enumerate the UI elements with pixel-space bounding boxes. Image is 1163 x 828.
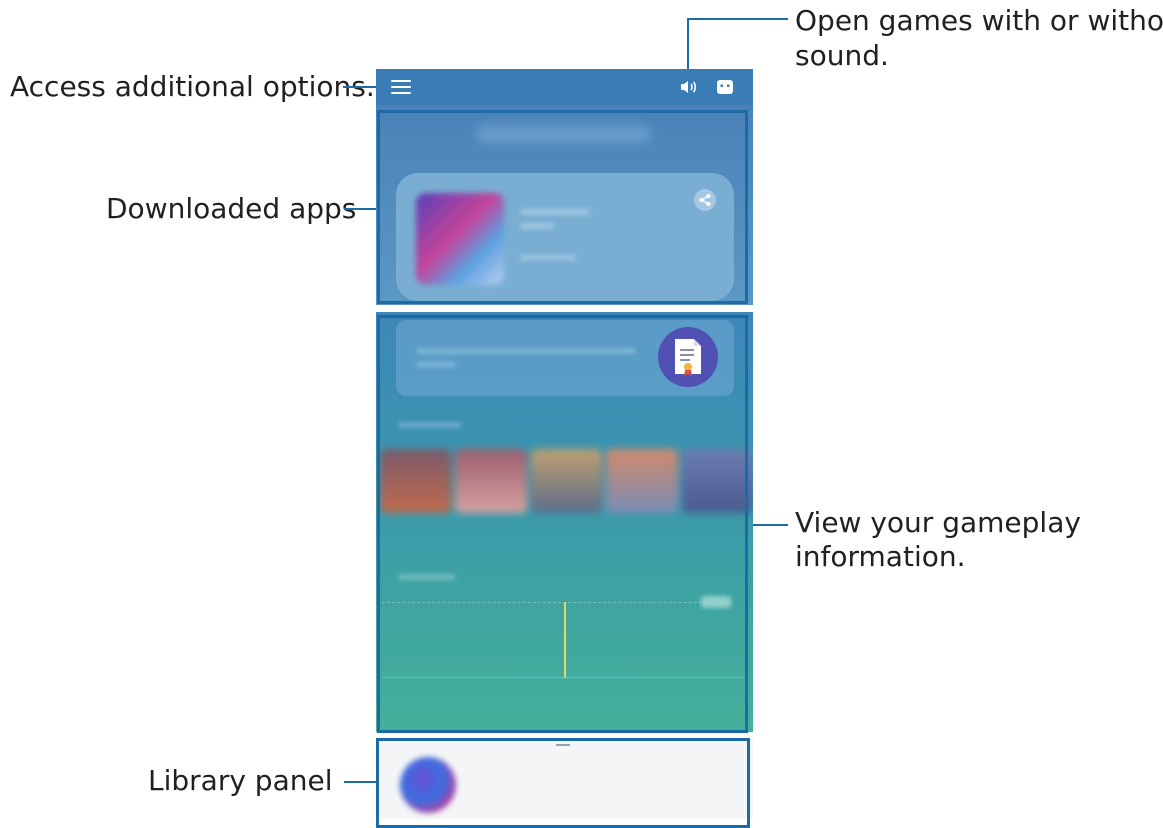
callout-gameplay-line2: information.: [795, 540, 966, 573]
top-bar: [376, 69, 753, 105]
leader-line-sound-vertical: [687, 18, 689, 70]
leader-line-gameplay: [750, 524, 788, 526]
highlight-library-panel: [376, 738, 750, 828]
leader-line-sound-horizontal: [688, 18, 788, 20]
callout-sound-line1: Open games with or without: [795, 4, 1163, 37]
callout-sound-line2: sound.: [795, 39, 889, 72]
speaker-icon[interactable]: [678, 77, 698, 97]
leader-line-library: [344, 781, 378, 783]
callout-gameplay-line1: View your gameplay: [795, 506, 1081, 539]
callout-additional-options: Access additional options.: [10, 70, 375, 103]
game-controller-icon[interactable]: [716, 78, 734, 96]
callout-library-panel: Library panel: [148, 764, 333, 797]
highlight-downloaded-apps: [377, 110, 748, 304]
highlight-gameplay-information: [377, 315, 748, 733]
hamburger-menu-icon[interactable]: [391, 80, 411, 94]
leader-line-downloads: [344, 208, 378, 210]
callout-downloaded-apps: Downloaded apps: [106, 192, 357, 225]
